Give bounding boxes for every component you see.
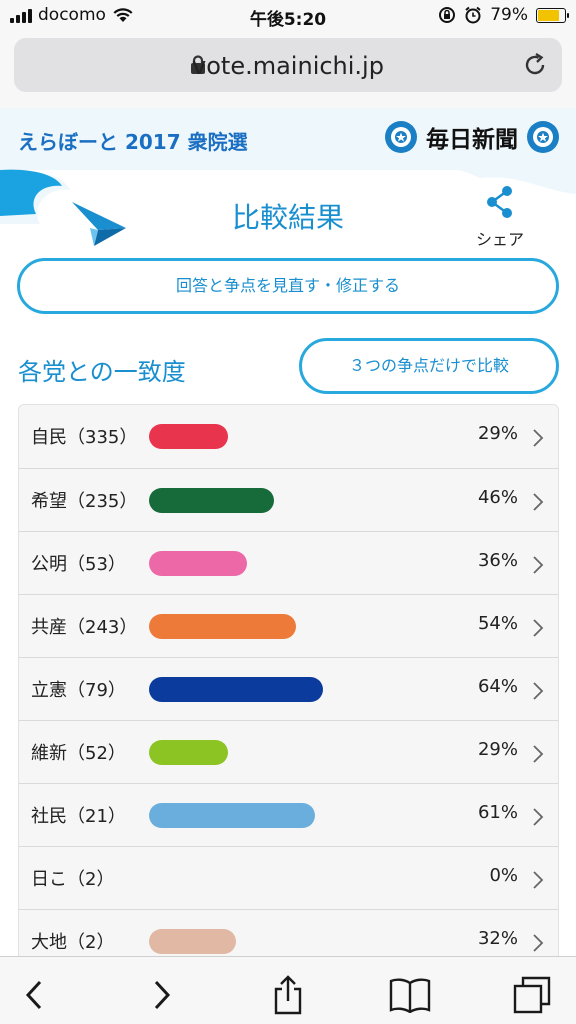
match-bar — [149, 551, 247, 576]
party-name: 共産（243） — [31, 617, 138, 638]
chevron-right-icon — [533, 619, 544, 637]
chevron-right-icon — [533, 871, 544, 889]
share-link[interactable]: シェア — [470, 184, 530, 250]
chevron-right-icon — [154, 980, 171, 1010]
chevron-right-icon — [533, 429, 544, 447]
compare-three-issues-button[interactable]: ３つの争点だけで比較 — [299, 338, 559, 394]
share-icon — [487, 186, 512, 218]
browser-top-bar: vote.mainichi.jp — [0, 32, 576, 108]
party-row[interactable]: 立憲（79） 64% — [19, 657, 558, 720]
chevron-right-icon — [533, 556, 544, 574]
match-bar — [149, 929, 237, 954]
match-percent: 46% — [477, 487, 518, 508]
match-bar — [149, 677, 324, 702]
share-sheet-button[interactable] — [266, 973, 310, 1017]
party-name: 公明（53） — [31, 554, 126, 575]
match-percent: 64% — [477, 676, 518, 697]
battery-percent: 79% — [490, 5, 528, 25]
match-bar-track — [149, 424, 449, 449]
match-bar — [149, 424, 228, 449]
section-label-match-rate: 各党との一致度 — [18, 358, 186, 386]
site-header: えらぼーと 2017 衆院選 毎日新聞 — [0, 108, 576, 170]
back-button[interactable] — [12, 973, 56, 1017]
chevron-right-icon — [533, 493, 544, 511]
share-label: シェア — [475, 230, 524, 249]
match-percent: 29% — [477, 739, 518, 760]
party-match-list: 自民（335） 29% 希望（235） 46% 公明（53） 36% 共産（243） 54% 立… — [18, 404, 559, 956]
address-bar[interactable]: vote.mainichi.jp — [14, 38, 562, 92]
logo-text: 毎日新聞 — [426, 126, 518, 153]
url-text: vote.mainichi.jp — [192, 52, 384, 80]
chevron-right-icon — [533, 745, 544, 763]
party-name: 維新（52） — [31, 743, 126, 764]
battery-fill — [538, 9, 559, 21]
party-name: 日こ（2） — [31, 869, 115, 890]
match-bar-track — [149, 488, 449, 513]
chevron-right-icon — [533, 682, 544, 700]
party-row[interactable]: 日こ（2） 0% — [19, 846, 558, 909]
status-right: 79% — [438, 5, 569, 25]
party-name: 大地（2） — [31, 932, 115, 953]
party-row[interactable]: 維新（52） 29% — [19, 720, 558, 783]
match-bar-track — [149, 803, 449, 828]
match-bar-track — [149, 929, 449, 954]
browser-toolbar — [0, 956, 576, 1024]
chevron-right-icon — [533, 808, 544, 826]
match-bar-track — [149, 551, 449, 576]
mainichi-logo[interactable]: 毎日新聞 — [384, 120, 560, 154]
party-row[interactable]: 希望（235） 46% — [19, 468, 558, 531]
book-icon — [389, 978, 431, 1013]
party-row[interactable]: 自民（335） 29% — [19, 405, 558, 468]
party-name: 希望（235） — [31, 491, 138, 512]
party-row[interactable]: 共産（243） 54% — [19, 594, 558, 657]
tabs-button[interactable] — [510, 973, 554, 1017]
revise-answers-button[interactable]: 回答と争点を見直す・修正する — [17, 258, 559, 314]
party-row[interactable]: 社民（21） 61% — [19, 783, 558, 846]
mainichi-emblem-icon-right — [527, 121, 559, 153]
share-sheet-icon — [274, 975, 302, 1015]
match-percent: 29% — [477, 423, 518, 444]
match-bar — [149, 488, 275, 513]
battery-icon — [536, 7, 569, 23]
match-bar-track — [149, 614, 449, 639]
match-percent: 54% — [477, 613, 518, 634]
chevron-left-icon — [25, 980, 42, 1010]
match-percent: 61% — [477, 802, 518, 823]
party-name: 自民（335） — [31, 427, 138, 448]
match-bar — [149, 740, 228, 765]
match-percent: 32% — [477, 928, 518, 949]
status-bar: docomo 午後5:20 79% — [0, 0, 576, 32]
reload-icon[interactable] — [522, 52, 548, 78]
forward-button[interactable] — [140, 973, 184, 1017]
bookmarks-button[interactable] — [388, 973, 432, 1017]
alarm-icon — [465, 6, 481, 24]
page-content: えらぼーと 2017 衆院選 毎日新聞 比較結果 シェア 回答と争点を見直す・修… — [0, 108, 576, 956]
match-bar — [149, 803, 315, 828]
party-name: 立憲（79） — [31, 680, 126, 701]
match-percent: 36% — [477, 550, 518, 571]
mainichi-emblem-icon — [385, 121, 417, 153]
party-row[interactable]: 大地（2） 32% — [19, 909, 558, 956]
chevron-right-icon — [533, 934, 544, 952]
match-percent: 0% — [489, 865, 518, 886]
party-name: 社民（21） — [31, 806, 126, 827]
rotation-lock-icon — [439, 7, 456, 23]
match-bar-track — [149, 866, 449, 891]
site-title[interactable]: えらぼーと 2017 衆院選 — [18, 126, 248, 155]
match-bar-track — [149, 740, 449, 765]
tabs-icon — [513, 976, 551, 1014]
match-bar-track — [149, 677, 449, 702]
party-row[interactable]: 公明（53） 36% — [19, 531, 558, 594]
match-bar — [149, 614, 296, 639]
